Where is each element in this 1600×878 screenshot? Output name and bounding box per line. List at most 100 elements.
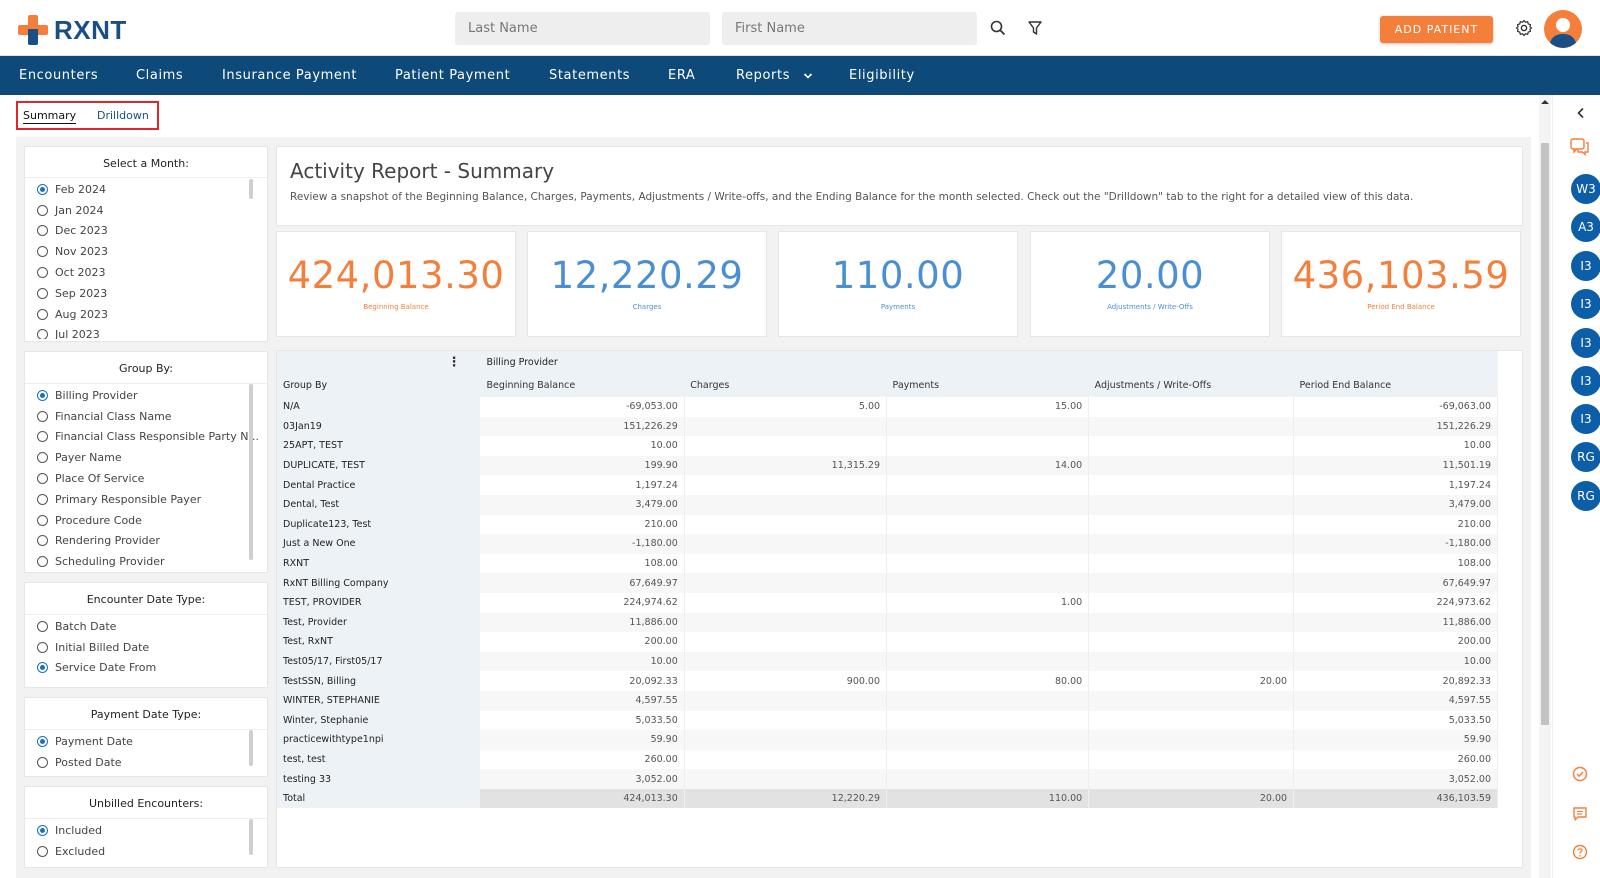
nav-claims[interactable]: Claims xyxy=(136,56,183,95)
unbilled-option[interactable]: Excluded xyxy=(25,841,267,862)
group-by-option[interactable]: Place Of Service xyxy=(25,468,267,489)
payment-date-option[interactable]: Posted Date xyxy=(25,752,267,773)
nav-era[interactable]: ERA xyxy=(668,56,695,95)
group-by-option[interactable]: Scheduling Provider xyxy=(25,551,267,570)
more-vertical-icon[interactable]: ⋮ xyxy=(447,355,460,370)
col-group-by[interactable]: Group By xyxy=(277,374,481,397)
nav-reports[interactable]: Reports xyxy=(736,56,813,95)
group-by-option[interactable]: Financial Class Name xyxy=(25,406,267,427)
gear-icon[interactable] xyxy=(1513,17,1535,39)
radio-selected-icon xyxy=(37,389,48,401)
scroll-up-icon[interactable] xyxy=(1539,97,1551,107)
cell-beginning-balance: -1,180.00 xyxy=(480,534,685,554)
cell-charges xyxy=(684,592,888,613)
table-row: Test, RxNT 200.00 200.00 xyxy=(277,632,1498,652)
message-icon[interactable] xyxy=(1572,806,1588,822)
scroll-thumb[interactable] xyxy=(1541,143,1549,725)
help-icon[interactable] xyxy=(1572,844,1588,860)
nav-patient-payment[interactable]: Patient Payment xyxy=(395,56,510,95)
nav-insurance-payment[interactable]: Insurance Payment xyxy=(222,56,357,95)
user-bubble[interactable]: I3 xyxy=(1571,404,1600,434)
group-by-option[interactable]: Billing Provider xyxy=(25,385,267,406)
nav-eligibility[interactable]: Eligibility xyxy=(849,56,915,95)
month-option[interactable]: Dec 2023 xyxy=(25,221,267,242)
first-name-input[interactable] xyxy=(722,12,977,45)
month-option[interactable]: Nov 2023 xyxy=(25,241,267,262)
option-label: Posted Date xyxy=(55,755,122,769)
cell-beginning-balance: 151,226.29 xyxy=(480,416,685,437)
tab-drilldown[interactable]: Drilldown xyxy=(97,109,149,122)
cell-beginning-balance: 67,649.97 xyxy=(480,573,685,593)
cell-charges xyxy=(684,573,888,593)
option-label: Financial Class Name xyxy=(55,409,172,423)
group-by-option[interactable]: Rendering Provider xyxy=(25,531,267,552)
month-options: Feb 2024 Jan 2024 Dec 2023 Nov 2023 Oct … xyxy=(25,177,267,339)
report-header-card: Activity Report - Summary Review a snaps… xyxy=(276,146,1523,226)
unbilled-scrollbar[interactable] xyxy=(249,819,253,855)
unbilled-encounters-card: Unbilled Encounters: Included Excluded xyxy=(24,786,268,868)
group-by-option[interactable]: Primary Responsible Payer xyxy=(25,489,267,510)
user-bubble[interactable]: I3 xyxy=(1571,366,1600,396)
nav-statements[interactable]: Statements xyxy=(549,56,630,95)
user-bubble[interactable]: RG xyxy=(1571,481,1600,511)
last-name-input[interactable] xyxy=(455,12,710,45)
cell-payments xyxy=(886,612,1090,633)
cell-beginning-balance: -69,053.00 xyxy=(480,397,685,417)
filter-icon[interactable] xyxy=(1024,17,1046,39)
cell-group: N/A xyxy=(277,397,481,417)
nav-encounters[interactable]: Encounters xyxy=(19,56,98,95)
task-check-icon[interactable] xyxy=(1572,766,1588,782)
user-bubble[interactable]: A3 xyxy=(1571,212,1600,242)
page-scrollbar[interactable] xyxy=(1539,95,1551,878)
chat-bubbles-icon[interactable] xyxy=(1570,138,1590,156)
add-patient-button[interactable]: ADD PATIENT xyxy=(1380,16,1493,43)
payment-date-option[interactable]: Payment Date xyxy=(25,731,267,752)
encounter-date-option[interactable]: Service Date From xyxy=(25,658,267,679)
kpi-value: 12,220.29 xyxy=(550,254,744,297)
radio-icon xyxy=(37,514,48,526)
cell-beginning-balance: 200.00 xyxy=(480,632,685,652)
unbilled-option[interactable]: Included xyxy=(25,820,267,841)
col-charges[interactable]: Charges xyxy=(684,374,887,397)
payment-date-scrollbar[interactable] xyxy=(249,730,253,766)
cell-payments xyxy=(886,416,1090,437)
month-option[interactable]: Jan 2024 xyxy=(25,200,267,221)
cell-adjustments xyxy=(1088,690,1295,711)
col-beginning-balance[interactable]: Beginning Balance xyxy=(480,374,685,397)
user-avatar[interactable] xyxy=(1544,10,1582,48)
col-period-end-balance[interactable]: Period End Balance xyxy=(1293,374,1498,397)
group-by-option[interactable]: Financial Class Responsible Party N... xyxy=(25,427,267,448)
user-bubble[interactable]: W3 xyxy=(1571,174,1600,204)
user-bubble[interactable]: RG xyxy=(1571,442,1600,472)
cell-payments xyxy=(886,475,1090,495)
cell-beginning-balance: 59.90 xyxy=(480,730,685,750)
month-option[interactable]: Jul 2023 xyxy=(25,325,267,339)
unbilled-options: Included Excluded xyxy=(25,818,267,865)
group-by-scrollbar[interactable] xyxy=(249,384,253,560)
cell-adjustments xyxy=(1088,612,1295,633)
radio-icon xyxy=(37,556,48,568)
month-option[interactable]: Oct 2023 xyxy=(25,262,267,283)
group-by-option[interactable]: Payer Name xyxy=(25,447,267,468)
cell-period-end-balance: 5,033.50 xyxy=(1293,710,1498,731)
month-scrollbar[interactable] xyxy=(249,179,253,199)
month-option[interactable]: Feb 2024 xyxy=(25,179,267,200)
user-bubble[interactable]: I3 xyxy=(1571,251,1600,281)
encounter-date-option[interactable]: Initial Billed Date xyxy=(25,637,267,658)
user-bubble[interactable]: I3 xyxy=(1571,289,1600,319)
cell-payments xyxy=(886,494,1090,515)
radio-selected-icon xyxy=(37,183,48,195)
rxnt-logo[interactable]: RXNT xyxy=(18,13,130,47)
encounter-date-option[interactable]: Batch Date xyxy=(25,616,267,637)
col-adjustments[interactable]: Adjustments / Write-Offs xyxy=(1088,374,1294,397)
group-by-option[interactable]: Procedure Code xyxy=(25,510,267,531)
cell-adjustments xyxy=(1088,573,1295,593)
tab-summary[interactable]: Summary xyxy=(23,109,77,124)
month-option[interactable]: Aug 2023 xyxy=(25,304,267,325)
user-bubble[interactable]: I3 xyxy=(1571,328,1600,358)
col-payments[interactable]: Payments xyxy=(886,374,1089,397)
search-icon[interactable] xyxy=(987,17,1009,39)
collapse-chevron-icon[interactable] xyxy=(1575,107,1587,119)
month-option[interactable]: Sep 2023 xyxy=(25,283,267,304)
month-filter-card: Select a Month: Feb 2024 Jan 2024 Dec 20… xyxy=(24,146,268,342)
